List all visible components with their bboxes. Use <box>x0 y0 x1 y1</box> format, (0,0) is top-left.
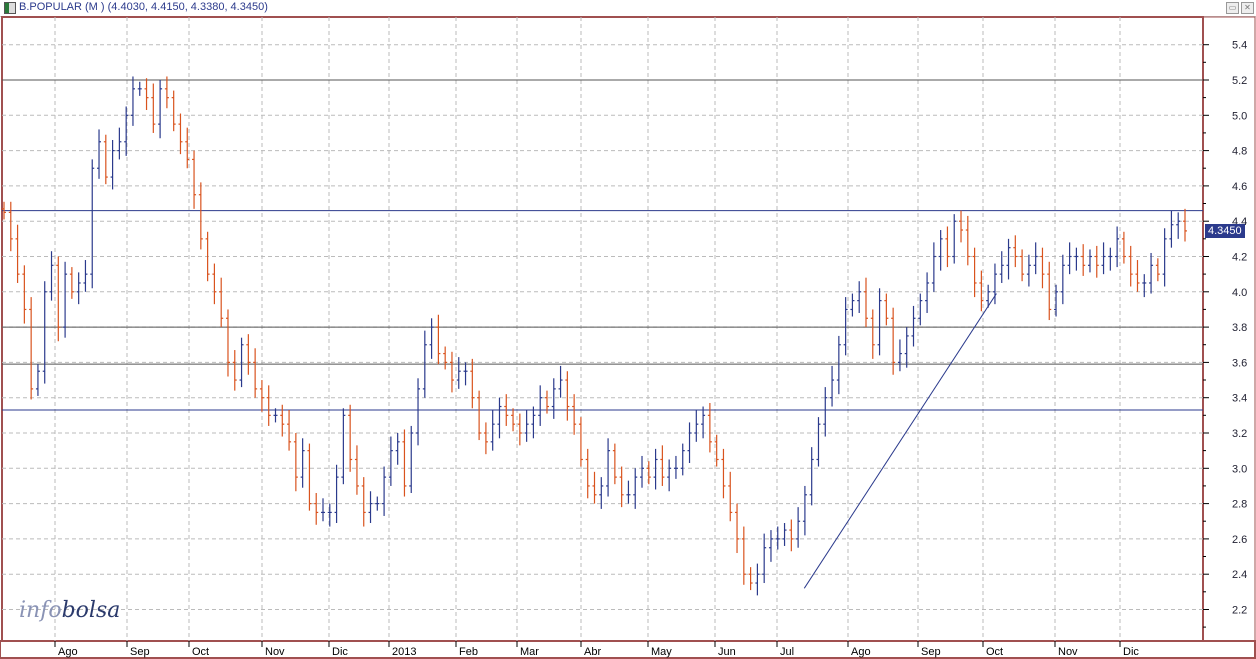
last-price-tag: 4.3450 <box>1205 224 1245 238</box>
x-tick-label: 2013 <box>392 646 416 658</box>
y-tick-label: 3.4 <box>1232 393 1247 405</box>
y-tick-label: 4.0 <box>1232 287 1247 299</box>
x-tick-label: Feb <box>459 646 478 658</box>
x-tick-label: Nov <box>1058 646 1078 658</box>
price-chart: 5.45.25.04.84.64.44.24.03.83.63.43.23.02… <box>0 16 1256 659</box>
x-tick-label: Oct <box>192 646 209 658</box>
plot-frame <box>1 16 1204 642</box>
x-tick-label: May <box>651 646 672 658</box>
x-tick-label: Sep <box>130 646 150 658</box>
y-tick-label: 3.0 <box>1232 463 1247 475</box>
infobolsa-logo: infobolsa <box>19 598 121 623</box>
x-tick-label: Mar <box>520 646 539 658</box>
y-tick-label: 5.2 <box>1232 75 1247 87</box>
y-tick-label: 3.2 <box>1232 428 1247 440</box>
y-tick-label: 5.4 <box>1232 40 1247 52</box>
x-tick-label: Ago <box>851 646 871 658</box>
y-tick-label: 2.8 <box>1232 499 1247 511</box>
x-tick-label: Dic <box>332 646 348 658</box>
y-tick-label: 4.6 <box>1232 181 1247 193</box>
y-tick-label: 4.2 <box>1232 252 1247 264</box>
y-tick-label: 4.8 <box>1232 146 1247 158</box>
y-tick-label: 3.6 <box>1232 357 1247 369</box>
y-tick-label: 2.4 <box>1232 569 1247 581</box>
x-tick-label: Dic <box>1123 646 1139 658</box>
x-tick-label: Sep <box>921 646 941 658</box>
x-tick-label: Nov <box>265 646 285 658</box>
y-tick-label: 2.6 <box>1232 534 1247 546</box>
x-tick-label: Oct <box>986 646 1003 658</box>
y-tick-label: 5.0 <box>1232 110 1247 122</box>
x-tick-label: Jun <box>718 646 736 658</box>
x-tick-label: Ago <box>58 646 78 658</box>
y-tick-label: 2.2 <box>1232 605 1247 617</box>
x-tick-label: Abr <box>584 646 601 658</box>
x-tick-label: Jul <box>780 646 794 658</box>
y-tick-label: 3.8 <box>1232 322 1247 334</box>
